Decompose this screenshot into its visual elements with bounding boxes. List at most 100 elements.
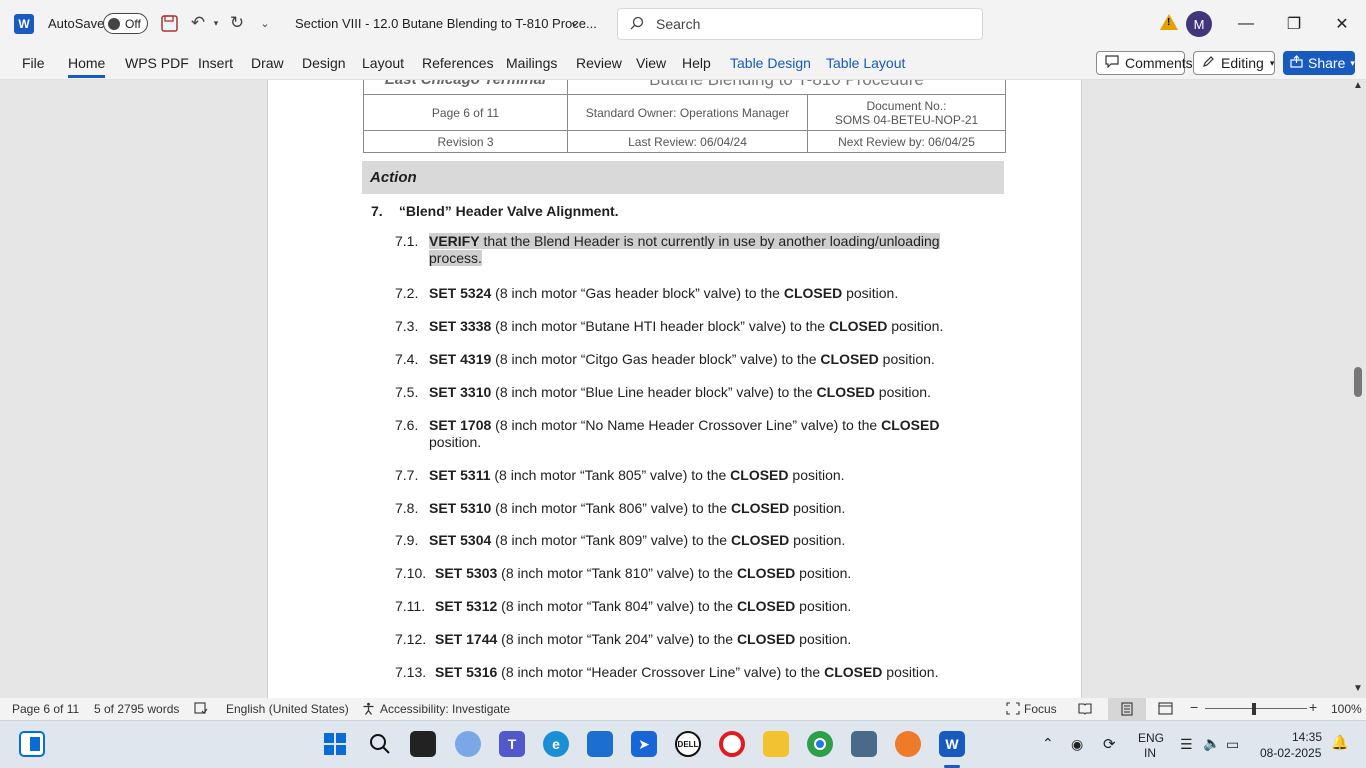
step-item[interactable]: 7.12. SET 1744 (8 inch motor “Tank 204” v…: [395, 631, 955, 648]
tab-view[interactable]: View: [636, 55, 666, 71]
network-settings-icon[interactable]: ◉: [1071, 736, 1083, 753]
store-icon[interactable]: [587, 731, 613, 757]
avatar[interactable]: M: [1186, 11, 1212, 37]
undo-dropdown-icon[interactable]: ▾: [205, 12, 227, 34]
accessibility-status[interactable]: Accessibility: Investigate: [380, 702, 510, 716]
step-item[interactable]: 7.7. SET 5311 (8 inch motor “Tank 805” va…: [395, 467, 955, 484]
accessibility-icon[interactable]: [362, 702, 375, 718]
sync-icon[interactable]: ⟳: [1103, 735, 1116, 753]
closed-keyword: CLOSED: [730, 500, 790, 516]
document-page[interactable]: East Chicago Terminal Butane Blending to…: [267, 80, 1082, 698]
page-indicator[interactable]: Page 6 of 11: [12, 702, 79, 716]
tab-references[interactable]: References: [422, 55, 494, 71]
volume-icon[interactable]: 🔈: [1203, 735, 1220, 752]
autosave-label: AutoSave: [48, 16, 105, 31]
editing-mode-button[interactable]: Editing ▾: [1193, 51, 1275, 75]
step-item[interactable]: 7.13. SET 5316 (8 inch motor “Header Cros…: [395, 664, 955, 681]
tab-table-layout[interactable]: Table Layout: [826, 55, 905, 71]
comments-label: Comments: [1125, 55, 1193, 71]
word-count[interactable]: 5 of 2795 words: [94, 702, 179, 716]
teams-icon[interactable]: T: [499, 731, 525, 757]
zoom-out-icon[interactable]: −: [1190, 699, 1198, 715]
battery-icon[interactable]: ▭: [1226, 736, 1239, 753]
minimize-button[interactable]: —: [1231, 10, 1261, 38]
vertical-scrollbar[interactable]: ▲ ▼: [1350, 80, 1366, 698]
widgets-icon[interactable]: [19, 731, 45, 757]
web-layout-icon[interactable]: [1158, 702, 1173, 718]
notification-icon[interactable]: 🔔: [1331, 734, 1348, 751]
zoom-slider[interactable]: [1205, 708, 1307, 709]
step-item[interactable]: 7.11. SET 5312 (8 inch motor “Tank 804” v…: [395, 598, 955, 615]
print-layout-icon[interactable]: [1108, 698, 1146, 720]
customize-toolbar-icon[interactable]: ⌄: [254, 12, 276, 34]
chevron-down-icon[interactable]: ⌄: [569, 13, 581, 30]
zoom-in-icon[interactable]: +: [1309, 699, 1317, 715]
dell-icon[interactable]: DELL: [675, 731, 701, 757]
step-item[interactable]: 7.6. SET 1708 (8 inch motor “No Name Head…: [395, 417, 955, 451]
chrome-icon[interactable]: [807, 731, 833, 757]
step-number: 7.9.: [395, 532, 419, 548]
search-icon[interactable]: [367, 731, 393, 757]
step-text-run: SET 3338 (8 inch motor “Butane HTI heade…: [429, 318, 829, 334]
step-item[interactable]: 7.5. SET 3310 (8 inch motor “Blue Line he…: [395, 384, 955, 401]
word-taskbar-icon[interactable]: W: [939, 731, 965, 757]
start-icon[interactable]: [322, 731, 348, 757]
app-colorful-icon[interactable]: [895, 731, 921, 757]
tab-help[interactable]: Help: [682, 55, 711, 71]
tab-design[interactable]: Design: [302, 55, 346, 71]
document-title[interactable]: Section VIII - 12.0 Butane Blending to T…: [295, 16, 597, 31]
focus-icon[interactable]: [1006, 702, 1020, 718]
step-item[interactable]: 7.8. SET 5310 (8 inch motor “Tank 806” va…: [395, 500, 955, 517]
input-region[interactable]: IN: [1144, 746, 1156, 760]
read-mode-icon[interactable]: [1078, 702, 1092, 718]
clock-date[interactable]: 08-02-2025: [1260, 746, 1321, 760]
proofing-icon[interactable]: [194, 702, 208, 718]
tab-home[interactable]: Home: [68, 55, 106, 78]
tab-mailings[interactable]: Mailings: [506, 55, 557, 71]
zoom-slider-thumb[interactable]: [1252, 703, 1256, 715]
tab-draw[interactable]: Draw: [251, 55, 284, 71]
step-item[interactable]: 7.3. SET 3338 (8 inch motor “Butane HTI h…: [395, 318, 955, 335]
close-button[interactable]: ✕: [1327, 10, 1357, 38]
edge-icon[interactable]: e: [543, 731, 569, 757]
share-button[interactable]: Share ▾: [1283, 51, 1355, 75]
document-area[interactable]: East Chicago Terminal Butane Blending to…: [0, 80, 1366, 698]
step-text-run: SET 5316 (8 inch motor “Header Crossover…: [435, 664, 824, 680]
wifi-icon[interactable]: ☰: [1180, 736, 1193, 753]
tab-file[interactable]: File: [22, 55, 45, 71]
tab-review[interactable]: Review: [576, 55, 622, 71]
input-language[interactable]: ENG: [1138, 731, 1164, 745]
redo-icon[interactable]: ↻: [226, 12, 248, 34]
step-item[interactable]: 7.4. SET 4319 (8 inch motor “Citgo Gas he…: [395, 351, 955, 368]
app-arrow-icon[interactable]: ➤: [631, 731, 657, 757]
autosave-toggle[interactable]: Off: [103, 13, 148, 34]
task-view-icon[interactable]: [410, 731, 436, 757]
scroll-thumb[interactable]: [1354, 367, 1362, 397]
tab-insert[interactable]: Insert: [198, 55, 233, 71]
scroll-down-icon[interactable]: ▼: [1353, 683, 1363, 694]
language-indicator[interactable]: English (United States): [226, 702, 349, 716]
scroll-up-icon[interactable]: ▲: [1353, 80, 1363, 91]
tab-table-design[interactable]: Table Design: [730, 55, 811, 71]
clock-time[interactable]: 14:35: [1292, 730, 1322, 744]
tab-layout[interactable]: Layout: [362, 55, 404, 71]
chevron-up-icon[interactable]: ⌃: [1042, 735, 1054, 752]
focus-button[interactable]: Focus: [1024, 702, 1057, 716]
step-item[interactable]: 7.9. SET 5304 (8 inch motor “Tank 809” va…: [395, 532, 955, 549]
zoom-level[interactable]: 100%: [1331, 702, 1362, 716]
file-explorer-icon[interactable]: [763, 731, 789, 757]
search-input[interactable]: Search: [617, 8, 983, 40]
opera-icon[interactable]: [719, 731, 745, 757]
maximize-button[interactable]: ❐: [1279, 10, 1309, 38]
step-item[interactable]: 7.10. SET 5303 (8 inch motor “Tank 810” v…: [395, 565, 955, 582]
step-item[interactable]: 7.1. VERIFY that the Blend Header is not …: [395, 233, 955, 267]
step-description: (8 inch motor “Butane HTI header block” …: [491, 318, 829, 334]
app-icon[interactable]: [851, 731, 877, 757]
step-item[interactable]: 7.2. SET 5324 (8 inch motor “Gas header b…: [395, 285, 955, 302]
step-text: SET 5312 (8 inch motor “Tank 804” valve)…: [395, 598, 955, 615]
comments-button[interactable]: Comments: [1096, 51, 1193, 75]
copilot-icon[interactable]: [455, 731, 481, 757]
save-icon[interactable]: [158, 12, 180, 34]
warning-icon[interactable]: !: [1160, 14, 1178, 30]
tab-wps-pdf[interactable]: WPS PDF: [125, 55, 189, 71]
